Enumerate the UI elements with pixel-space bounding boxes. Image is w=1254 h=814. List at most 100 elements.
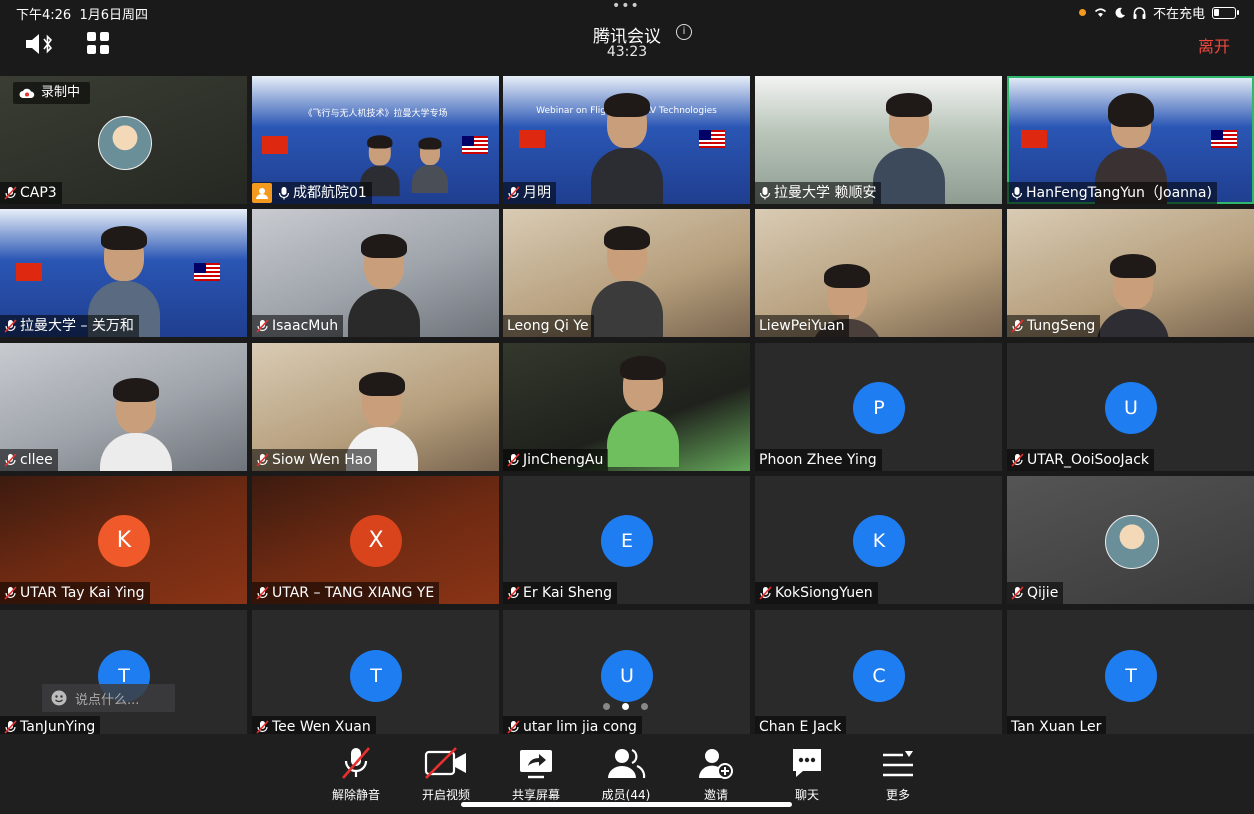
mic-off-icon: [4, 720, 17, 734]
avatar-photo: [1105, 515, 1159, 569]
person-figure: [1097, 254, 1169, 337]
chat-input[interactable]: 说点什么...: [42, 684, 175, 712]
participant-tile[interactable]: T Tan Xuan Ler: [1007, 610, 1254, 738]
participant-tile[interactable]: T TanJunYing: [0, 610, 247, 738]
mic-off-icon: [507, 720, 520, 734]
info-icon[interactable]: i: [676, 24, 692, 40]
participant-label: JinChengAu: [503, 449, 609, 471]
avatar-initial: C: [853, 650, 905, 702]
participant-tile[interactable]: E Er Kai Sheng: [503, 476, 750, 604]
mic-off-icon: [759, 586, 772, 600]
members-button[interactable]: 成员(44): [586, 746, 666, 803]
members-icon: [608, 748, 646, 779]
unmute-button[interactable]: 解除静音: [316, 746, 396, 803]
camera-off-icon: [424, 747, 466, 779]
participant-tile[interactable]: C Chan E Jack: [755, 610, 1002, 738]
more-label: 更多: [885, 788, 910, 802]
mic-off-icon: [1011, 453, 1024, 467]
invite-button[interactable]: 邀请: [676, 746, 756, 803]
mic-in-use-icon: [1078, 9, 1086, 16]
more-button[interactable]: 更多: [858, 746, 938, 803]
participant-tile[interactable]: P Phoon Zhee Ying: [755, 343, 1002, 471]
invite-label: 邀请: [703, 788, 728, 802]
charging-status: 不在充电: [1152, 7, 1205, 22]
leave-button[interactable]: 离开: [1198, 33, 1230, 57]
participant-label: 拉曼大学 – 关万和: [0, 315, 139, 337]
avatar-initial: U: [1105, 382, 1157, 434]
avatar-initial: T: [350, 650, 402, 702]
participant-tile[interactable]: U utar lim jia cong: [503, 610, 750, 738]
person-figure: [607, 356, 679, 467]
participant-tile[interactable]: 拉曼大学 – 关万和: [0, 209, 247, 337]
participant-tile[interactable]: K UTAR Tay Kai Ying: [0, 476, 247, 604]
mic-off-icon: [1011, 319, 1024, 333]
cloud-record-icon: [19, 88, 35, 98]
avatar-initial: E: [601, 515, 653, 567]
participant-tile[interactable]: Qijie: [1007, 476, 1254, 604]
participant-label: KokSiongYuen: [755, 582, 878, 604]
participant-label: IsaacMuh: [252, 315, 344, 337]
participant-tile[interactable]: T Tee Wen Xuan: [252, 610, 499, 738]
malaysia-flag: [194, 263, 220, 281]
members-label: 成员(44): [601, 788, 651, 802]
share-screen-button[interactable]: 共享屏幕: [496, 746, 576, 803]
participant-tile[interactable]: 拉曼大学 赖顺安: [755, 76, 1002, 204]
start-video-button[interactable]: 开启视频: [406, 746, 486, 803]
video-grid: 录制中 CAP3 《飞行与无人机技术》拉曼大学专场 成都航院01 Webinar…: [0, 76, 1254, 738]
participant-tile[interactable]: 《飞行与无人机技术》拉曼大学专场 成都航院01: [252, 76, 499, 204]
participant-label: UTAR Tay Kai Ying: [0, 582, 150, 604]
participant-tile[interactable]: X UTAR – TANG XIANG YE: [252, 476, 499, 604]
participant-tile[interactable]: TungSeng: [1007, 209, 1254, 337]
mic-muted-icon: [342, 747, 370, 779]
participant-tile[interactable]: Leong Qi Ye: [503, 209, 750, 337]
page-dot[interactable]: [603, 703, 610, 710]
person-figure: [591, 226, 663, 337]
start-video-label: 开启视频: [421, 788, 470, 802]
mic-off-icon: [507, 453, 520, 467]
mic-off-icon: [507, 586, 520, 600]
malaysia-flag: [699, 130, 725, 148]
chat-button[interactable]: 聊天: [767, 746, 847, 803]
meeting-header: 腾讯会议 i 43:23 离开: [0, 22, 1254, 68]
avatar-initial: U: [601, 650, 653, 702]
status-indicators: 不在充电: [1078, 3, 1239, 22]
participant-tile[interactable]: cllee: [0, 343, 247, 471]
person-figure: [591, 93, 663, 204]
avatar-initial: X: [350, 515, 402, 567]
wifi-icon: [1094, 8, 1107, 17]
participant-tile[interactable]: JinChengAu: [503, 343, 750, 471]
emoji-icon[interactable]: [51, 690, 67, 706]
participant-label: 成都航院01: [252, 182, 372, 204]
participant-label: Er Kai Sheng: [503, 582, 618, 604]
participant-tile[interactable]: K KokSiongYuen: [755, 476, 1002, 604]
participant-tile[interactable]: Siow Wen Hao: [252, 343, 499, 471]
malaysia-flag: [1211, 130, 1237, 148]
participant-label: Siow Wen Hao: [252, 449, 377, 471]
multitask-dots-icon[interactable]: •••: [612, 0, 640, 14]
moon-icon: [1115, 7, 1125, 18]
home-indicator[interactable]: [461, 802, 792, 807]
chat-bubble-icon: [793, 749, 821, 777]
participant-label: Phoon Zhee Ying: [755, 449, 882, 471]
person-figure: [873, 93, 945, 204]
participant-label: Leong Qi Ye: [503, 315, 594, 337]
page-dot-active[interactable]: [622, 703, 629, 710]
mic-off-icon: [4, 319, 17, 333]
mic-off-icon: [256, 453, 269, 467]
participant-tile[interactable]: LiewPeiYuan: [755, 209, 1002, 337]
participant-tile[interactable]: Webinar on Flight and UAV Technologies 月…: [503, 76, 750, 204]
participant-tile[interactable]: IsaacMuh: [252, 209, 499, 337]
avatar-photo: [98, 116, 152, 170]
avatar-initial: K: [98, 515, 150, 567]
participant-tile-active-speaker[interactable]: HanFengTangYun（Joanna): [1007, 76, 1254, 204]
mic-on-icon: [278, 187, 290, 200]
participant-label: 月明: [503, 182, 556, 204]
mic-off-icon: [4, 453, 17, 467]
page-indicator[interactable]: [603, 703, 648, 710]
participant-label: UTAR_OoiSooJack: [1007, 449, 1155, 471]
china-flag: [1021, 130, 1047, 148]
participant-tile[interactable]: 录制中 CAP3: [0, 76, 247, 204]
recording-indicator[interactable]: 录制中: [13, 82, 91, 104]
participant-tile[interactable]: U UTAR_OoiSooJack: [1007, 343, 1254, 471]
page-dot[interactable]: [641, 703, 648, 710]
